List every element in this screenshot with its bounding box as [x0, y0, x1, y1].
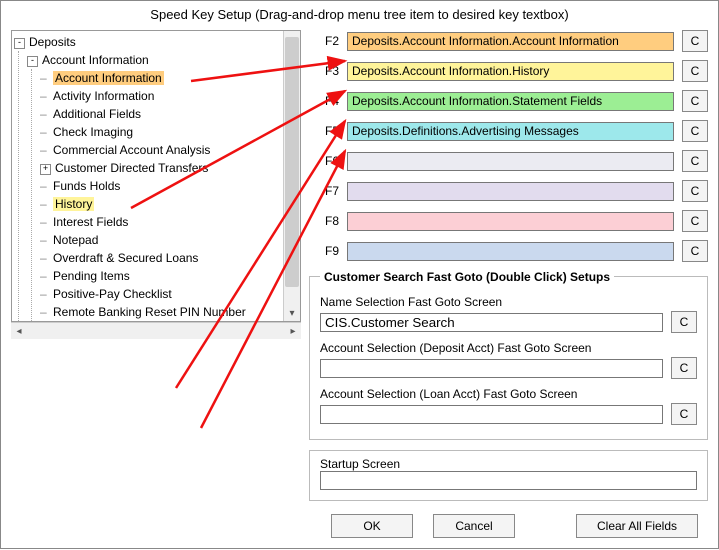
tree-item[interactable]: Activity Information: [53, 89, 154, 103]
speed-key-setup-window: Speed Key Setup (Drag-and-drop menu tree…: [0, 0, 719, 549]
clear-button[interactable]: C: [682, 120, 708, 142]
clear-button[interactable]: C: [671, 311, 697, 333]
tree-item[interactable]: Additional Fields: [53, 107, 141, 121]
acct-loan-label: Account Selection (Loan Acct) Fast Goto …: [320, 387, 697, 401]
right-panel: F2 C F3 C F4 C F5 C F6 C F7 C F8 C F9 C Customer Search…: [309, 30, 708, 506]
clear-button[interactable]: C: [682, 150, 708, 172]
tree-item[interactable]: Positive-Pay Checklist: [53, 287, 172, 301]
clear-button[interactable]: C: [671, 403, 697, 425]
tree-node-account-information[interactable]: Account Information: [42, 53, 149, 67]
clear-button[interactable]: C: [682, 30, 708, 52]
clear-button[interactable]: C: [682, 60, 708, 82]
clear-button[interactable]: C: [682, 240, 708, 262]
vertical-scrollbar[interactable]: ▴ ▾: [283, 31, 300, 321]
name-selection-input[interactable]: [320, 313, 663, 332]
startup-input[interactable]: [320, 471, 697, 490]
tree-dash-icon: –: [40, 231, 49, 249]
clear-button[interactable]: C: [682, 90, 708, 112]
acct-dep-label: Account Selection (Deposit Acct) Fast Go…: [320, 341, 697, 355]
tree-item[interactable]: Pending Items: [53, 269, 130, 283]
tree-dash-icon: –: [40, 141, 49, 159]
scroll-thumb[interactable]: [285, 37, 299, 287]
tree-item[interactable]: Check Imaging: [53, 125, 133, 139]
footer: OK Cancel Clear All Fields: [331, 506, 718, 548]
fkey-input-f7[interactable]: [347, 182, 674, 201]
tree-item[interactable]: Remote Banking Reset PIN Number: [53, 305, 246, 319]
tree-dash-icon: –: [40, 105, 49, 123]
fkey-input-f3[interactable]: [347, 62, 674, 81]
tree-dash-icon: –: [40, 249, 49, 267]
clear-all-button[interactable]: Clear All Fields: [576, 514, 698, 538]
horizontal-scrollbar[interactable]: ◂ ▸: [11, 322, 301, 339]
tree-item[interactable]: History: [53, 197, 94, 211]
fkey-label: F8: [309, 214, 347, 228]
fkey-input-f6[interactable]: [347, 152, 674, 171]
fkey-input-f9[interactable]: [347, 242, 674, 261]
window-title: Speed Key Setup (Drag-and-drop menu tree…: [1, 1, 718, 26]
tree-item[interactable]: Commercial Account Analysis: [53, 143, 210, 157]
tree-item[interactable]: Customer Directed Transfers: [55, 161, 208, 175]
tree-item[interactable]: Funds Holds: [53, 179, 120, 193]
tree-node-deposits[interactable]: Deposits: [29, 35, 76, 49]
expand-icon[interactable]: +: [40, 164, 51, 175]
name-selection-label: Name Selection Fast Goto Screen: [320, 295, 697, 309]
body: -Deposits -Account Information –Account …: [1, 26, 718, 506]
tree-dash-icon: –: [40, 87, 49, 105]
tree-dash-icon: –: [40, 303, 49, 321]
startup-label: Startup Screen: [320, 457, 697, 471]
scroll-left-icon[interactable]: ◂: [11, 326, 27, 337]
fast-goto-title: Customer Search Fast Goto (Double Click)…: [320, 270, 614, 284]
clear-button[interactable]: C: [671, 357, 697, 379]
fkey-label: F5: [309, 124, 347, 138]
collapse-icon[interactable]: -: [14, 38, 25, 49]
tree-scroll[interactable]: -Deposits -Account Information –Account …: [12, 31, 283, 321]
fkey-label: F6: [309, 154, 347, 168]
fkey-label: F9: [309, 244, 347, 258]
fkey-input-f2[interactable]: [347, 32, 674, 51]
fast-goto-group: Customer Search Fast Goto (Double Click)…: [309, 276, 708, 440]
fkey-label: F3: [309, 64, 347, 78]
tree-item[interactable]: Interest Fields: [53, 215, 128, 229]
fkey-input-f4[interactable]: [347, 92, 674, 111]
tree-dash-icon: –: [40, 267, 49, 285]
menu-tree[interactable]: -Deposits -Account Information –Account …: [11, 30, 301, 322]
clear-button[interactable]: C: [682, 210, 708, 232]
tree-item[interactable]: Notepad: [53, 233, 98, 247]
fkey-label: F4: [309, 94, 347, 108]
tree-item[interactable]: Overdraft & Secured Loans: [53, 251, 198, 265]
scroll-right-icon[interactable]: ▸: [285, 326, 301, 337]
clear-button[interactable]: C: [682, 180, 708, 202]
fkey-label: F2: [309, 34, 347, 48]
tree-item[interactable]: Account Information: [53, 71, 164, 85]
tree-dash-icon: –: [40, 69, 49, 87]
tree-dash-icon: –: [40, 195, 49, 213]
tree-dash-icon: –: [40, 123, 49, 141]
fkey-input-f5[interactable]: [347, 122, 674, 141]
collapse-icon[interactable]: -: [27, 56, 38, 67]
tree-dash-icon: –: [40, 177, 49, 195]
fkey-input-f8[interactable]: [347, 212, 674, 231]
scroll-down-icon[interactable]: ▾: [284, 305, 300, 321]
ok-button[interactable]: OK: [331, 514, 413, 538]
acct-loan-input[interactable]: [320, 405, 663, 424]
tree-dash-icon: –: [40, 213, 49, 231]
tree-dash-icon: –: [40, 285, 49, 303]
acct-dep-input[interactable]: [320, 359, 663, 378]
fkey-label: F7: [309, 184, 347, 198]
startup-group: Startup Screen: [309, 450, 708, 501]
cancel-button[interactable]: Cancel: [433, 514, 515, 538]
